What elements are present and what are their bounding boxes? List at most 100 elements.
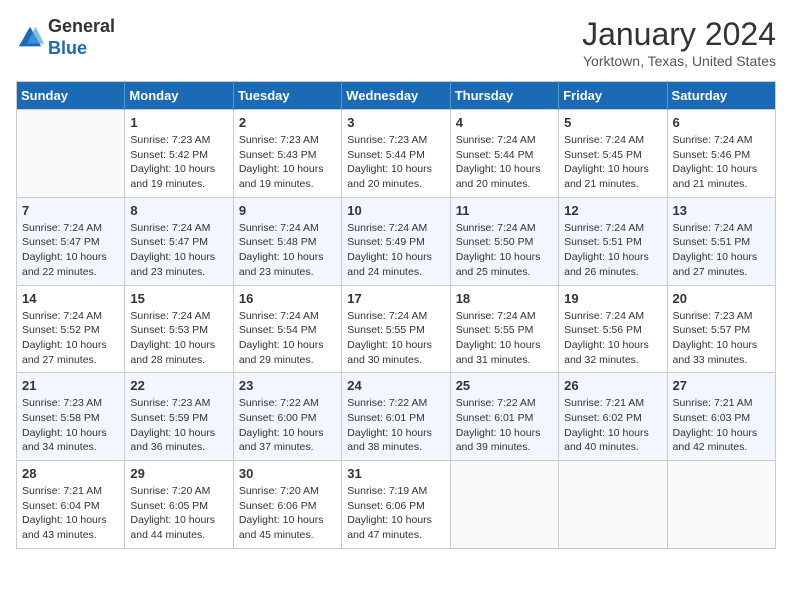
weekday-header-thursday: Thursday [450, 82, 558, 110]
day-info: Sunrise: 7:24 AMSunset: 5:55 PMDaylight:… [456, 309, 553, 368]
calendar-week-row: 7Sunrise: 7:24 AMSunset: 5:47 PMDaylight… [17, 197, 776, 285]
day-info: Sunrise: 7:22 AMSunset: 6:01 PMDaylight:… [456, 396, 553, 455]
weekday-header-row: SundayMondayTuesdayWednesdayThursdayFrid… [17, 82, 776, 110]
location: Yorktown, Texas, United States [582, 53, 776, 69]
calendar-cell: 3Sunrise: 7:23 AMSunset: 5:44 PMDaylight… [342, 110, 450, 198]
day-number: 18 [456, 291, 553, 306]
day-info: Sunrise: 7:22 AMSunset: 6:01 PMDaylight:… [347, 396, 444, 455]
day-number: 27 [673, 378, 770, 393]
day-number: 5 [564, 115, 661, 130]
day-info: Sunrise: 7:20 AMSunset: 6:06 PMDaylight:… [239, 484, 336, 543]
day-info: Sunrise: 7:21 AMSunset: 6:02 PMDaylight:… [564, 396, 661, 455]
calendar-cell: 6Sunrise: 7:24 AMSunset: 5:46 PMDaylight… [667, 110, 775, 198]
day-info: Sunrise: 7:23 AMSunset: 5:57 PMDaylight:… [673, 309, 770, 368]
calendar-cell: 31 Sunrise: 7:19 AMSunset: 6:06 PMDayligh… [342, 461, 450, 549]
day-info: Sunrise: 7:23 AMSunset: 5:42 PMDaylight:… [130, 133, 227, 192]
day-number: 24 [347, 378, 444, 393]
day-number: 9 [239, 203, 336, 218]
calendar-cell: 25 Sunrise: 7:22 AMSunset: 6:01 PMDayligh… [450, 373, 558, 461]
calendar-cell: 22 Sunrise: 7:23 AMSunset: 5:59 PMDayligh… [125, 373, 233, 461]
weekday-header-monday: Monday [125, 82, 233, 110]
day-info: Sunrise: 7:24 AMSunset: 5:51 PMDaylight:… [673, 221, 770, 280]
day-info: Sunrise: 7:21 AMSunset: 6:04 PMDaylight:… [22, 484, 119, 543]
calendar-cell: 14 Sunrise: 7:24 AMSunset: 5:52 PMDayligh… [17, 285, 125, 373]
day-info: Sunrise: 7:20 AMSunset: 6:05 PMDaylight:… [130, 484, 227, 543]
calendar-cell: 4 Sunrise: 7:24 AMSunset: 5:44 PMDaylight… [450, 110, 558, 198]
day-number: 25 [456, 378, 553, 393]
day-number: 2 [239, 115, 336, 130]
day-number: 6 [673, 115, 770, 130]
day-number: 29 [130, 466, 227, 481]
weekday-header-wednesday: Wednesday [342, 82, 450, 110]
day-info: Sunrise: 7:24 AMSunset: 5:47 PMDaylight:… [130, 221, 227, 280]
day-number: 11 [456, 203, 553, 218]
calendar-cell: 21Sunrise: 7:23 AMSunset: 5:58 PMDayligh… [17, 373, 125, 461]
calendar-cell: 7Sunrise: 7:24 AMSunset: 5:47 PMDaylight… [17, 197, 125, 285]
logo: General Blue [16, 16, 115, 59]
day-number: 21 [22, 378, 119, 393]
day-info: Sunrise: 7:24 AMSunset: 5:45 PMDaylight:… [564, 133, 661, 192]
day-number: 1 [130, 115, 227, 130]
logo-blue: Blue [48, 38, 87, 58]
weekday-header-saturday: Saturday [667, 82, 775, 110]
day-info: Sunrise: 7:24 AMSunset: 5:56 PMDaylight:… [564, 309, 661, 368]
day-info: Sunrise: 7:24 AMSunset: 5:44 PMDaylight:… [456, 133, 553, 192]
calendar-cell: 8Sunrise: 7:24 AMSunset: 5:47 PMDaylight… [125, 197, 233, 285]
day-number: 31 [347, 466, 444, 481]
weekday-header-friday: Friday [559, 82, 667, 110]
month-title: January 2024 [582, 16, 776, 53]
day-number: 20 [673, 291, 770, 306]
calendar-cell: 24 Sunrise: 7:22 AMSunset: 6:01 PMDayligh… [342, 373, 450, 461]
day-info: Sunrise: 7:24 AMSunset: 5:49 PMDaylight:… [347, 221, 444, 280]
day-info: Sunrise: 7:23 AMSunset: 5:44 PMDaylight:… [347, 133, 444, 192]
calendar-cell [667, 461, 775, 549]
page-header: General Blue January 2024 Yorktown, Texa… [16, 16, 776, 69]
calendar-cell: 16 Sunrise: 7:24 AMSunset: 5:54 PMDayligh… [233, 285, 341, 373]
calendar-cell: 1 Sunrise: 7:23 AMSunset: 5:42 PMDaylight… [125, 110, 233, 198]
calendar-week-row: 28 Sunrise: 7:21 AMSunset: 6:04 PMDayligh… [17, 461, 776, 549]
calendar-cell: 12 Sunrise: 7:24 AMSunset: 5:51 PMDayligh… [559, 197, 667, 285]
day-number: 14 [22, 291, 119, 306]
logo-general: General [48, 16, 115, 36]
calendar-cell [17, 110, 125, 198]
day-info: Sunrise: 7:24 AMSunset: 5:52 PMDaylight:… [22, 309, 119, 368]
day-number: 26 [564, 378, 661, 393]
calendar-cell: 9 Sunrise: 7:24 AMSunset: 5:48 PMDaylight… [233, 197, 341, 285]
calendar-cell: 18 Sunrise: 7:24 AMSunset: 5:55 PMDayligh… [450, 285, 558, 373]
day-number: 12 [564, 203, 661, 218]
day-number: 13 [673, 203, 770, 218]
day-number: 17 [347, 291, 444, 306]
logo-icon [16, 24, 44, 52]
day-info: Sunrise: 7:19 AMSunset: 6:06 PMDaylight:… [347, 484, 444, 543]
day-number: 28 [22, 466, 119, 481]
day-number: 4 [456, 115, 553, 130]
day-info: Sunrise: 7:23 AMSunset: 5:59 PMDaylight:… [130, 396, 227, 455]
calendar-cell: 13 Sunrise: 7:24 AMSunset: 5:51 PMDayligh… [667, 197, 775, 285]
day-number: 23 [239, 378, 336, 393]
day-info: Sunrise: 7:24 AMSunset: 5:48 PMDaylight:… [239, 221, 336, 280]
calendar-cell: 10 Sunrise: 7:24 AMSunset: 5:49 PMDayligh… [342, 197, 450, 285]
day-number: 16 [239, 291, 336, 306]
day-info: Sunrise: 7:24 AMSunset: 5:51 PMDaylight:… [564, 221, 661, 280]
calendar-cell: 20 Sunrise: 7:23 AMSunset: 5:57 PMDayligh… [667, 285, 775, 373]
day-info: Sunrise: 7:24 AMSunset: 5:54 PMDaylight:… [239, 309, 336, 368]
day-number: 15 [130, 291, 227, 306]
title-block: January 2024 Yorktown, Texas, United Sta… [582, 16, 776, 69]
calendar-cell: 23 Sunrise: 7:22 AMSunset: 6:00 PMDayligh… [233, 373, 341, 461]
day-number: 22 [130, 378, 227, 393]
calendar-cell: 19 Sunrise: 7:24 AMSunset: 5:56 PMDayligh… [559, 285, 667, 373]
calendar-week-row: 1 Sunrise: 7:23 AMSunset: 5:42 PMDaylight… [17, 110, 776, 198]
calendar-cell: 27Sunrise: 7:21 AMSunset: 6:03 PMDayligh… [667, 373, 775, 461]
calendar-week-row: 21Sunrise: 7:23 AMSunset: 5:58 PMDayligh… [17, 373, 776, 461]
calendar-cell: 30 Sunrise: 7:20 AMSunset: 6:06 PMDayligh… [233, 461, 341, 549]
day-info: Sunrise: 7:24 AMSunset: 5:55 PMDaylight:… [347, 309, 444, 368]
calendar-cell: 2Sunrise: 7:23 AMSunset: 5:43 PMDaylight… [233, 110, 341, 198]
day-info: Sunrise: 7:22 AMSunset: 6:00 PMDaylight:… [239, 396, 336, 455]
day-info: Sunrise: 7:24 AMSunset: 5:50 PMDaylight:… [456, 221, 553, 280]
day-number: 19 [564, 291, 661, 306]
calendar-body: 1 Sunrise: 7:23 AMSunset: 5:42 PMDaylight… [17, 110, 776, 549]
day-number: 10 [347, 203, 444, 218]
calendar-week-row: 14 Sunrise: 7:24 AMSunset: 5:52 PMDayligh… [17, 285, 776, 373]
calendar-cell: 11 Sunrise: 7:24 AMSunset: 5:50 PMDayligh… [450, 197, 558, 285]
day-number: 30 [239, 466, 336, 481]
